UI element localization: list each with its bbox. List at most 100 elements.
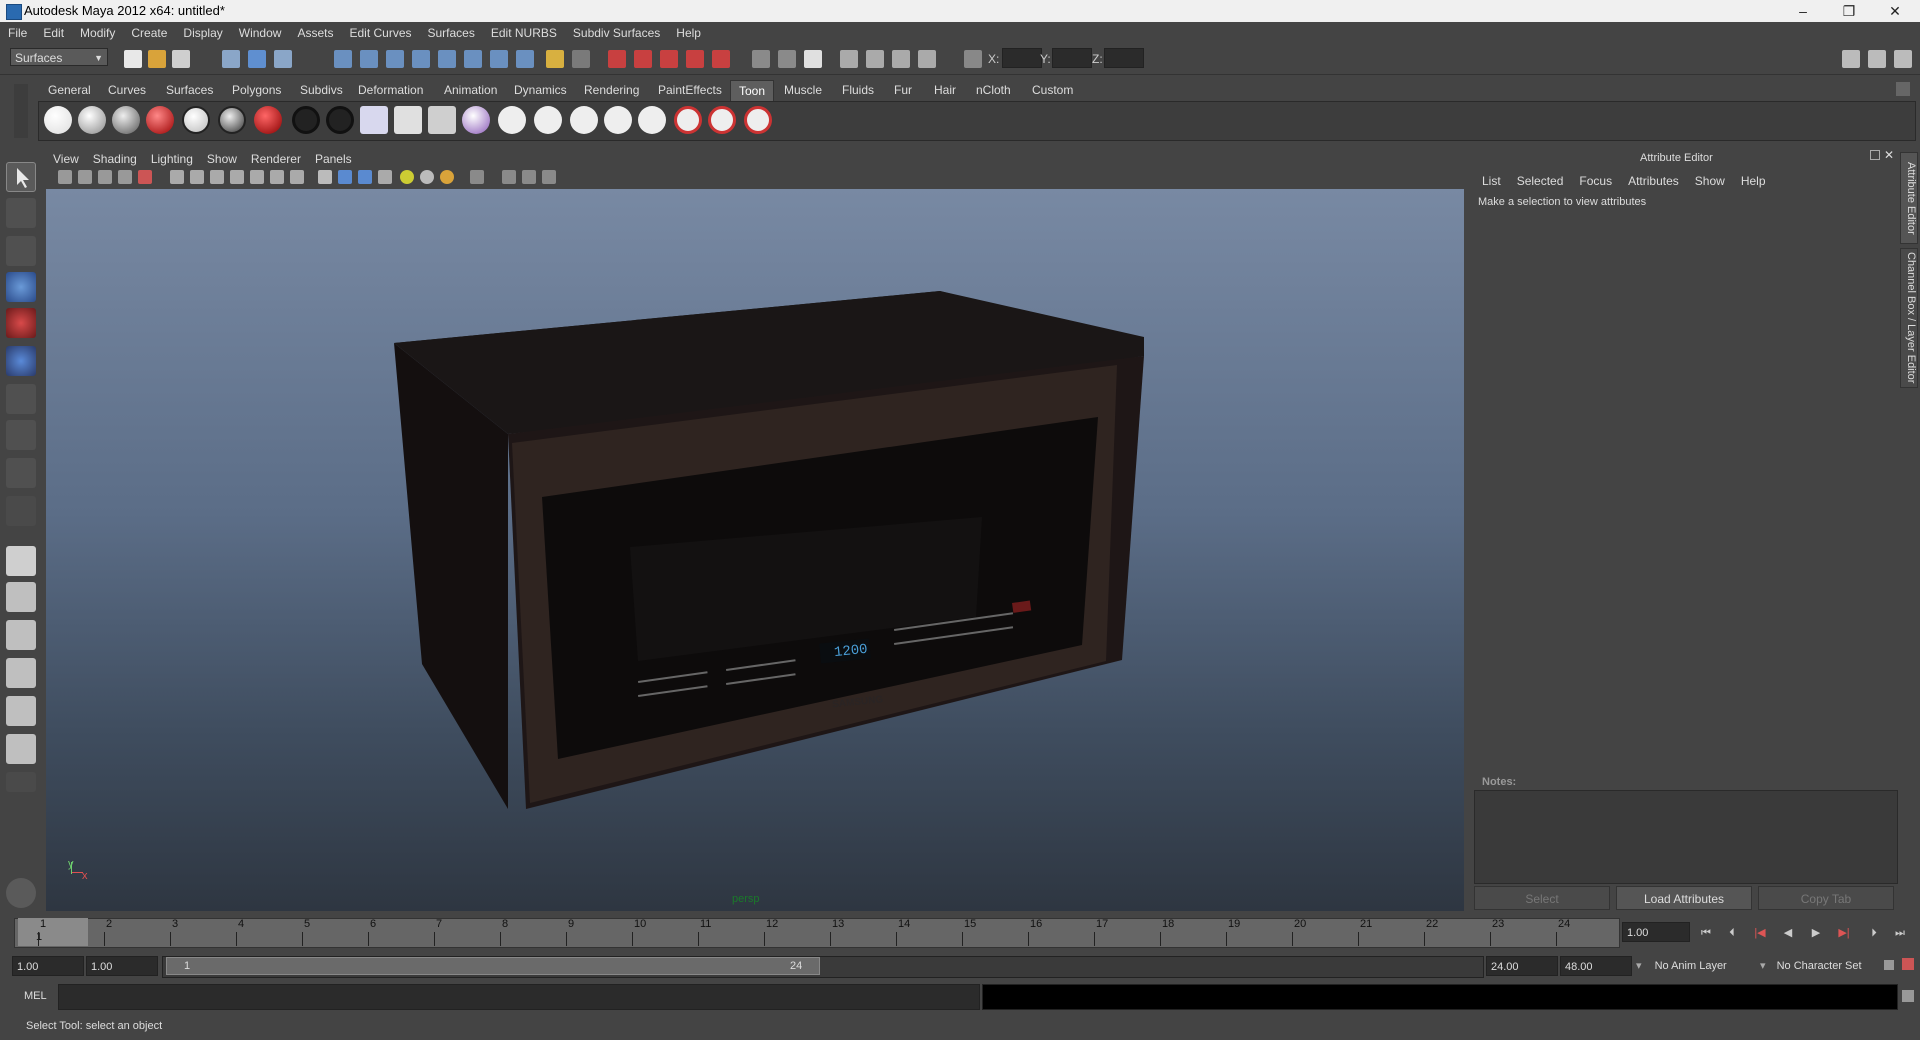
toon-fill-shaded-icon[interactable]: [112, 106, 140, 134]
grid-icon[interactable]: [170, 170, 184, 184]
ae-menu-help[interactable]: Help: [1733, 172, 1774, 190]
menu-window[interactable]: Window: [231, 22, 290, 44]
toon-lips-1-icon[interactable]: [674, 106, 702, 134]
script-editor-icon[interactable]: [1902, 990, 1914, 1002]
toon-brush-1-icon[interactable]: [570, 106, 598, 134]
ae-menu-attributes[interactable]: Attributes: [1620, 172, 1687, 190]
wireframe-icon[interactable]: [318, 170, 332, 184]
highlight-selection-icon[interactable]: [572, 50, 590, 68]
range-slider-bar[interactable]: [166, 957, 820, 975]
menu-edit-nurbs[interactable]: Edit NURBS: [483, 22, 565, 44]
show-attribute-editor-icon[interactable]: [1842, 50, 1860, 68]
select-camera-icon[interactable]: [58, 170, 72, 184]
layout-persp-outliner-icon[interactable]: [6, 620, 36, 650]
ae-menu-focus[interactable]: Focus: [1571, 172, 1620, 190]
play-forwards-icon[interactable]: ▶: [1806, 924, 1826, 942]
soft-modification-icon[interactable]: [6, 420, 36, 450]
panel-menu-show[interactable]: Show: [200, 150, 244, 168]
go-to-end-icon[interactable]: ⏭: [1890, 924, 1910, 942]
toon-reverse-surfaces-icon[interactable]: [428, 106, 456, 134]
resolution-gate-icon[interactable]: [210, 170, 224, 184]
select-curves-icon[interactable]: [386, 50, 404, 68]
shelf-tab-hair[interactable]: Hair: [926, 80, 964, 100]
menu-display[interactable]: Display: [175, 22, 230, 44]
panel-menu-renderer[interactable]: Renderer: [244, 150, 308, 168]
render-settings-icon[interactable]: [892, 50, 910, 68]
animation-start-field[interactable]: 1.00: [12, 956, 84, 976]
select-misc-icon[interactable]: [516, 50, 534, 68]
ae-menu-selected[interactable]: Selected: [1509, 172, 1572, 190]
panel-menu-panels[interactable]: Panels: [308, 150, 359, 168]
go-to-start-icon[interactable]: ⏮: [1696, 924, 1716, 942]
current-frame-marker[interactable]: [18, 918, 88, 946]
shelf-options-icon[interactable]: [1896, 82, 1910, 96]
select-deformations-icon[interactable]: [438, 50, 456, 68]
x-field[interactable]: [1002, 48, 1042, 68]
ipr-render-icon[interactable]: [866, 50, 884, 68]
panel-menu-view[interactable]: View: [46, 150, 86, 168]
step-back-frame-icon[interactable]: ⏴: [1722, 924, 1742, 942]
move-tool-icon[interactable]: [6, 272, 36, 302]
layout-graph-hypergraph-icon[interactable]: [6, 734, 36, 764]
copy-tab-button[interactable]: Copy Tab: [1758, 886, 1894, 910]
safe-title-icon[interactable]: [290, 170, 304, 184]
step-forward-frame-icon[interactable]: ⏵: [1864, 924, 1884, 942]
select-tool-icon[interactable]: [6, 162, 36, 192]
mel-command-input[interactable]: [58, 984, 980, 1010]
select-dynamics-icon[interactable]: [464, 50, 482, 68]
shelf-tab-polygons[interactable]: Polygons: [224, 80, 289, 100]
ae-menu-show[interactable]: Show: [1687, 172, 1733, 190]
shelf-tab-painteffects[interactable]: PaintEffects: [650, 80, 730, 100]
toon-brush-3-icon[interactable]: [638, 106, 666, 134]
select-by-object-icon[interactable]: [248, 50, 266, 68]
menu-subdiv-surfaces[interactable]: Subdiv Surfaces: [565, 22, 668, 44]
scale-tool-icon[interactable]: [6, 346, 36, 376]
snap-to-curve-icon[interactable]: [634, 50, 652, 68]
select-rendering-icon[interactable]: [490, 50, 508, 68]
layout-persp-graph-icon[interactable]: [6, 658, 36, 688]
safe-action-icon[interactable]: [270, 170, 284, 184]
snap-to-grid-icon[interactable]: [608, 50, 626, 68]
playback-start-field[interactable]: 1.00: [86, 956, 158, 976]
shelf-tab-toon[interactable]: Toon: [730, 80, 775, 101]
select-handles-icon[interactable]: [334, 50, 352, 68]
transform-mode-icon[interactable]: [964, 50, 982, 68]
gate-mask-icon[interactable]: [230, 170, 244, 184]
toon-paint-lines-icon[interactable]: [462, 106, 490, 134]
last-tool-icon[interactable]: [6, 496, 36, 526]
paint-brush-icon[interactable]: [6, 878, 36, 908]
wireframe-on-shaded-icon[interactable]: [358, 170, 372, 184]
menu-set-dropdown[interactable]: Surfaces ▼: [10, 48, 108, 66]
show-tool-settings-icon[interactable]: [1868, 50, 1886, 68]
save-scene-icon[interactable]: [172, 50, 190, 68]
ae-menu-list[interactable]: List: [1474, 172, 1509, 190]
toon-fill-solid-icon[interactable]: [44, 106, 72, 134]
shelf-tab-ncloth[interactable]: nCloth: [968, 80, 1019, 100]
close-panel-icon[interactable]: ✕: [1884, 148, 1894, 162]
share-icon[interactable]: [542, 170, 556, 184]
paint-select-tool-icon[interactable]: [6, 236, 36, 266]
z-field[interactable]: [1104, 48, 1144, 68]
load-attributes-button[interactable]: Load Attributes: [1616, 886, 1752, 910]
camera-attributes-icon[interactable]: [78, 170, 92, 184]
shelf-tab-curves[interactable]: Curves: [100, 80, 154, 100]
high-quality-icon[interactable]: [440, 170, 454, 184]
toon-outline-alt-icon[interactable]: [326, 106, 354, 134]
show-manipulator-icon[interactable]: [6, 458, 36, 488]
bookmarks-icon[interactable]: [98, 170, 112, 184]
menu-surfaces[interactable]: Surfaces: [420, 22, 483, 44]
anim-layer-dropdown[interactable]: ▾ No Anim Layer: [1636, 956, 1756, 976]
toon-fill-circle-highlight-icon[interactable]: [254, 106, 282, 134]
menu-edit-curves[interactable]: Edit Curves: [341, 22, 419, 44]
notes-textarea[interactable]: [1474, 790, 1898, 884]
panel-menu-shading[interactable]: Shading: [86, 150, 144, 168]
menu-file[interactable]: File: [0, 22, 35, 44]
lock-selection-icon[interactable]: [546, 50, 564, 68]
select-by-hierarchy-icon[interactable]: [222, 50, 240, 68]
two-d-pan-zoom-icon[interactable]: [138, 170, 152, 184]
construction-history-icon[interactable]: [804, 50, 822, 68]
toon-set-camera-icon[interactable]: [534, 106, 562, 134]
isolate-select-icon[interactable]: [470, 170, 484, 184]
toon-line-modifier-icon[interactable]: [498, 106, 526, 134]
make-live-icon[interactable]: [712, 50, 730, 68]
